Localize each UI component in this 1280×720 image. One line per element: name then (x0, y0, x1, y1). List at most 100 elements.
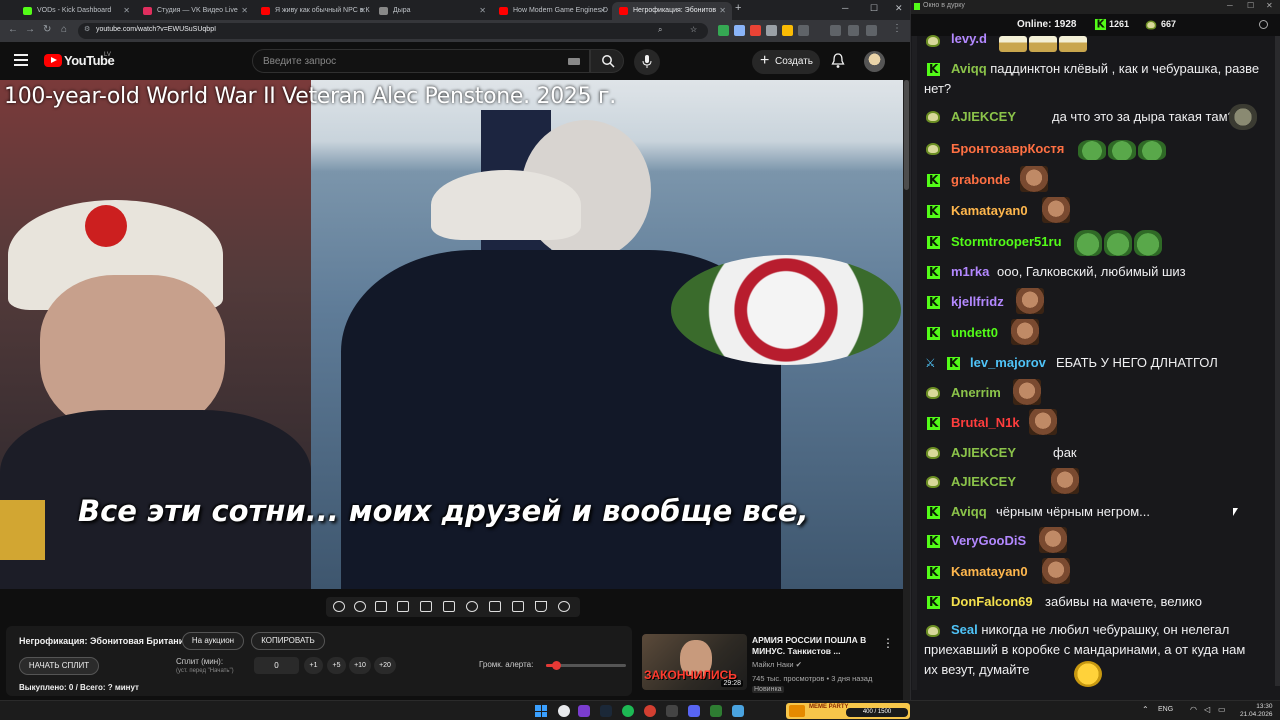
keyboard-icon[interactable] (568, 58, 580, 65)
forward-icon[interactable]: → (25, 24, 35, 35)
add-20-button[interactable]: +20 (374, 657, 396, 674)
account-avatar[interactable] (864, 51, 885, 72)
app-icon[interactable] (644, 705, 656, 717)
recommended-title[interactable]: АРМИЯ РОССИИ ПОШЛА В МИНУС. Танкистов ..… (752, 635, 877, 657)
minimize-icon[interactable]: ─ (1227, 1, 1233, 10)
chat-username[interactable]: Kamatayan0 (951, 203, 1028, 218)
chat-username[interactable]: lev_majorov (970, 355, 1046, 370)
chat-username[interactable]: m1rka (951, 264, 989, 279)
share-icon[interactable] (866, 25, 877, 36)
theater-icon[interactable] (443, 601, 455, 612)
close-tab-icon[interactable]: ✕ (599, 2, 606, 20)
alert-volume-knob[interactable] (551, 661, 561, 670)
chat-username[interactable]: Brutal_N1k (951, 415, 1020, 430)
start-split-button[interactable]: НАЧАТЬ СПЛИТ (19, 657, 99, 675)
chrome-icon[interactable] (558, 705, 570, 717)
address-bar[interactable]: ⚙ youtube.com/watch?v=EWUSuSUqbpI ⌕ ☆ (78, 23, 708, 39)
extension-icon[interactable] (718, 25, 729, 36)
chat-username[interactable]: Aviqq (951, 504, 987, 519)
add-5-button[interactable]: +5 (327, 657, 346, 674)
extensions-puzzle-icon[interactable] (798, 25, 809, 36)
screenshot-icon[interactable] (512, 601, 524, 612)
extension-icon[interactable] (782, 25, 793, 36)
add-1-button[interactable]: +1 (304, 657, 323, 674)
close-tab-icon[interactable]: ✕ (241, 2, 248, 20)
chat-username[interactable]: DonFalcon69 (951, 594, 1033, 609)
broadcast-icon[interactable] (354, 601, 366, 612)
tray-overflow-icon[interactable]: ⌃ (1142, 705, 1149, 714)
site-info-icon[interactable]: ⚙ (84, 25, 90, 33)
chat-username[interactable]: grabonde (951, 172, 1010, 187)
hamburger-menu-icon[interactable] (14, 54, 28, 66)
browser-menu-icon[interactable]: ⋮ (892, 23, 902, 34)
battery-icon[interactable]: ▭ (1218, 705, 1226, 714)
speed-icon[interactable] (466, 601, 478, 612)
chat-username[interactable]: Stormtrooper51ru (951, 234, 1062, 249)
flask-icon[interactable] (535, 601, 547, 612)
close-tab-icon[interactable]: ✕ (479, 2, 486, 20)
close-tab-icon[interactable]: ✕ (719, 2, 726, 20)
create-button[interactable]: Создать (752, 49, 820, 74)
steam-icon[interactable] (600, 705, 612, 717)
notifications-bell-icon[interactable] (831, 53, 845, 69)
tab-dyra[interactable]: Дыра ✕ (372, 2, 492, 20)
reload-icon[interactable]: ↻ (43, 24, 51, 35)
maximize-icon[interactable]: ☐ (1247, 1, 1254, 10)
download-icon[interactable] (830, 25, 841, 36)
close-tab-icon[interactable]: ✕ (359, 2, 366, 20)
record-icon[interactable] (375, 601, 387, 612)
more-options-icon[interactable]: ⋮ (882, 636, 894, 650)
extension-icon[interactable] (734, 25, 745, 36)
chat-scrollbar[interactable] (1275, 36, 1280, 686)
maximize-icon[interactable]: ☐ (870, 3, 878, 14)
system-clock[interactable]: 13:30 21.04.2026 (1240, 703, 1273, 719)
chat-username[interactable]: undett0 (951, 325, 998, 340)
search-input[interactable]: Введите запрос (252, 49, 590, 73)
home-icon[interactable]: ⌂ (61, 24, 67, 35)
back-icon[interactable]: ← (8, 24, 18, 35)
new-tab-button[interactable]: + (735, 2, 741, 14)
tab-current-video[interactable]: Негрофикация: Эбонитов ✕ (612, 2, 732, 20)
split-minutes-input[interactable]: 0 (254, 657, 299, 674)
chat-username[interactable]: AJIEKCEY (951, 109, 1016, 124)
youtube-logo-icon[interactable] (44, 54, 62, 67)
voice-search-button[interactable] (634, 49, 660, 75)
chat-username[interactable]: Seal (951, 622, 978, 637)
profile-icon[interactable] (848, 25, 859, 36)
copy-button[interactable]: КОПИРОВАТЬ (251, 632, 325, 650)
close-window-icon[interactable]: ✕ (895, 3, 903, 14)
spotify-icon[interactable] (622, 705, 634, 717)
frame-icon[interactable] (489, 601, 501, 612)
chat-username[interactable]: levy.d (951, 31, 987, 46)
search-button[interactable] (590, 49, 624, 73)
close-tab-icon[interactable]: ✕ (123, 2, 130, 20)
meme-party-widget[interactable]: MEME PARTY 400 / 1500 (786, 703, 910, 719)
wifi-icon[interactable]: ◠ (1190, 705, 1197, 714)
chat-username[interactable]: Anerrim (951, 385, 1001, 400)
tab-kick-dashboard[interactable]: VODs - Kick Dashboard ✕ (16, 2, 136, 20)
tab-npc-video[interactable]: Я живу как обычный NPC в К ✕ (254, 2, 372, 20)
bookmark-star-icon[interactable]: ☆ (690, 25, 697, 34)
tab-game-engines[interactable]: How Modern Game Engines D ✕ (492, 2, 612, 20)
chat-username[interactable]: AJIEKCEY (951, 474, 1016, 489)
alert-volume-slider[interactable] (546, 661, 626, 670)
chat-username[interactable]: kjellfridz (951, 294, 1004, 309)
windows-start-icon[interactable] (535, 705, 547, 717)
language-indicator[interactable]: ENG (1158, 706, 1173, 713)
settings-gear-icon[interactable] (1259, 20, 1268, 29)
extension-icon[interactable] (750, 25, 761, 36)
chat-username[interactable]: AJIEKCEY (951, 445, 1016, 460)
zoom-icon[interactable]: ⌕ (658, 25, 662, 35)
page-scrollbar[interactable] (903, 80, 910, 700)
recommended-thumbnail[interactable]: ЗАКОНЧИЛИСЬ 29:28 (642, 634, 747, 690)
app-icon[interactable] (710, 705, 722, 717)
recommended-channel[interactable]: Майкл Наки ✔ (752, 660, 802, 669)
loop-icon[interactable] (333, 601, 345, 612)
chat-username[interactable]: Aviqq (951, 61, 987, 76)
chat-username[interactable]: VeryGooDiS (951, 533, 1026, 548)
app-icon[interactable] (578, 705, 590, 717)
video-player[interactable]: 100-year-old World War II Veteran Alec P… (0, 80, 903, 589)
app-icon[interactable] (666, 705, 678, 717)
tab-vk-studio[interactable]: Студия — VK Видео Live ✕ (136, 2, 254, 20)
minimize-icon[interactable]: ─ (842, 3, 848, 13)
